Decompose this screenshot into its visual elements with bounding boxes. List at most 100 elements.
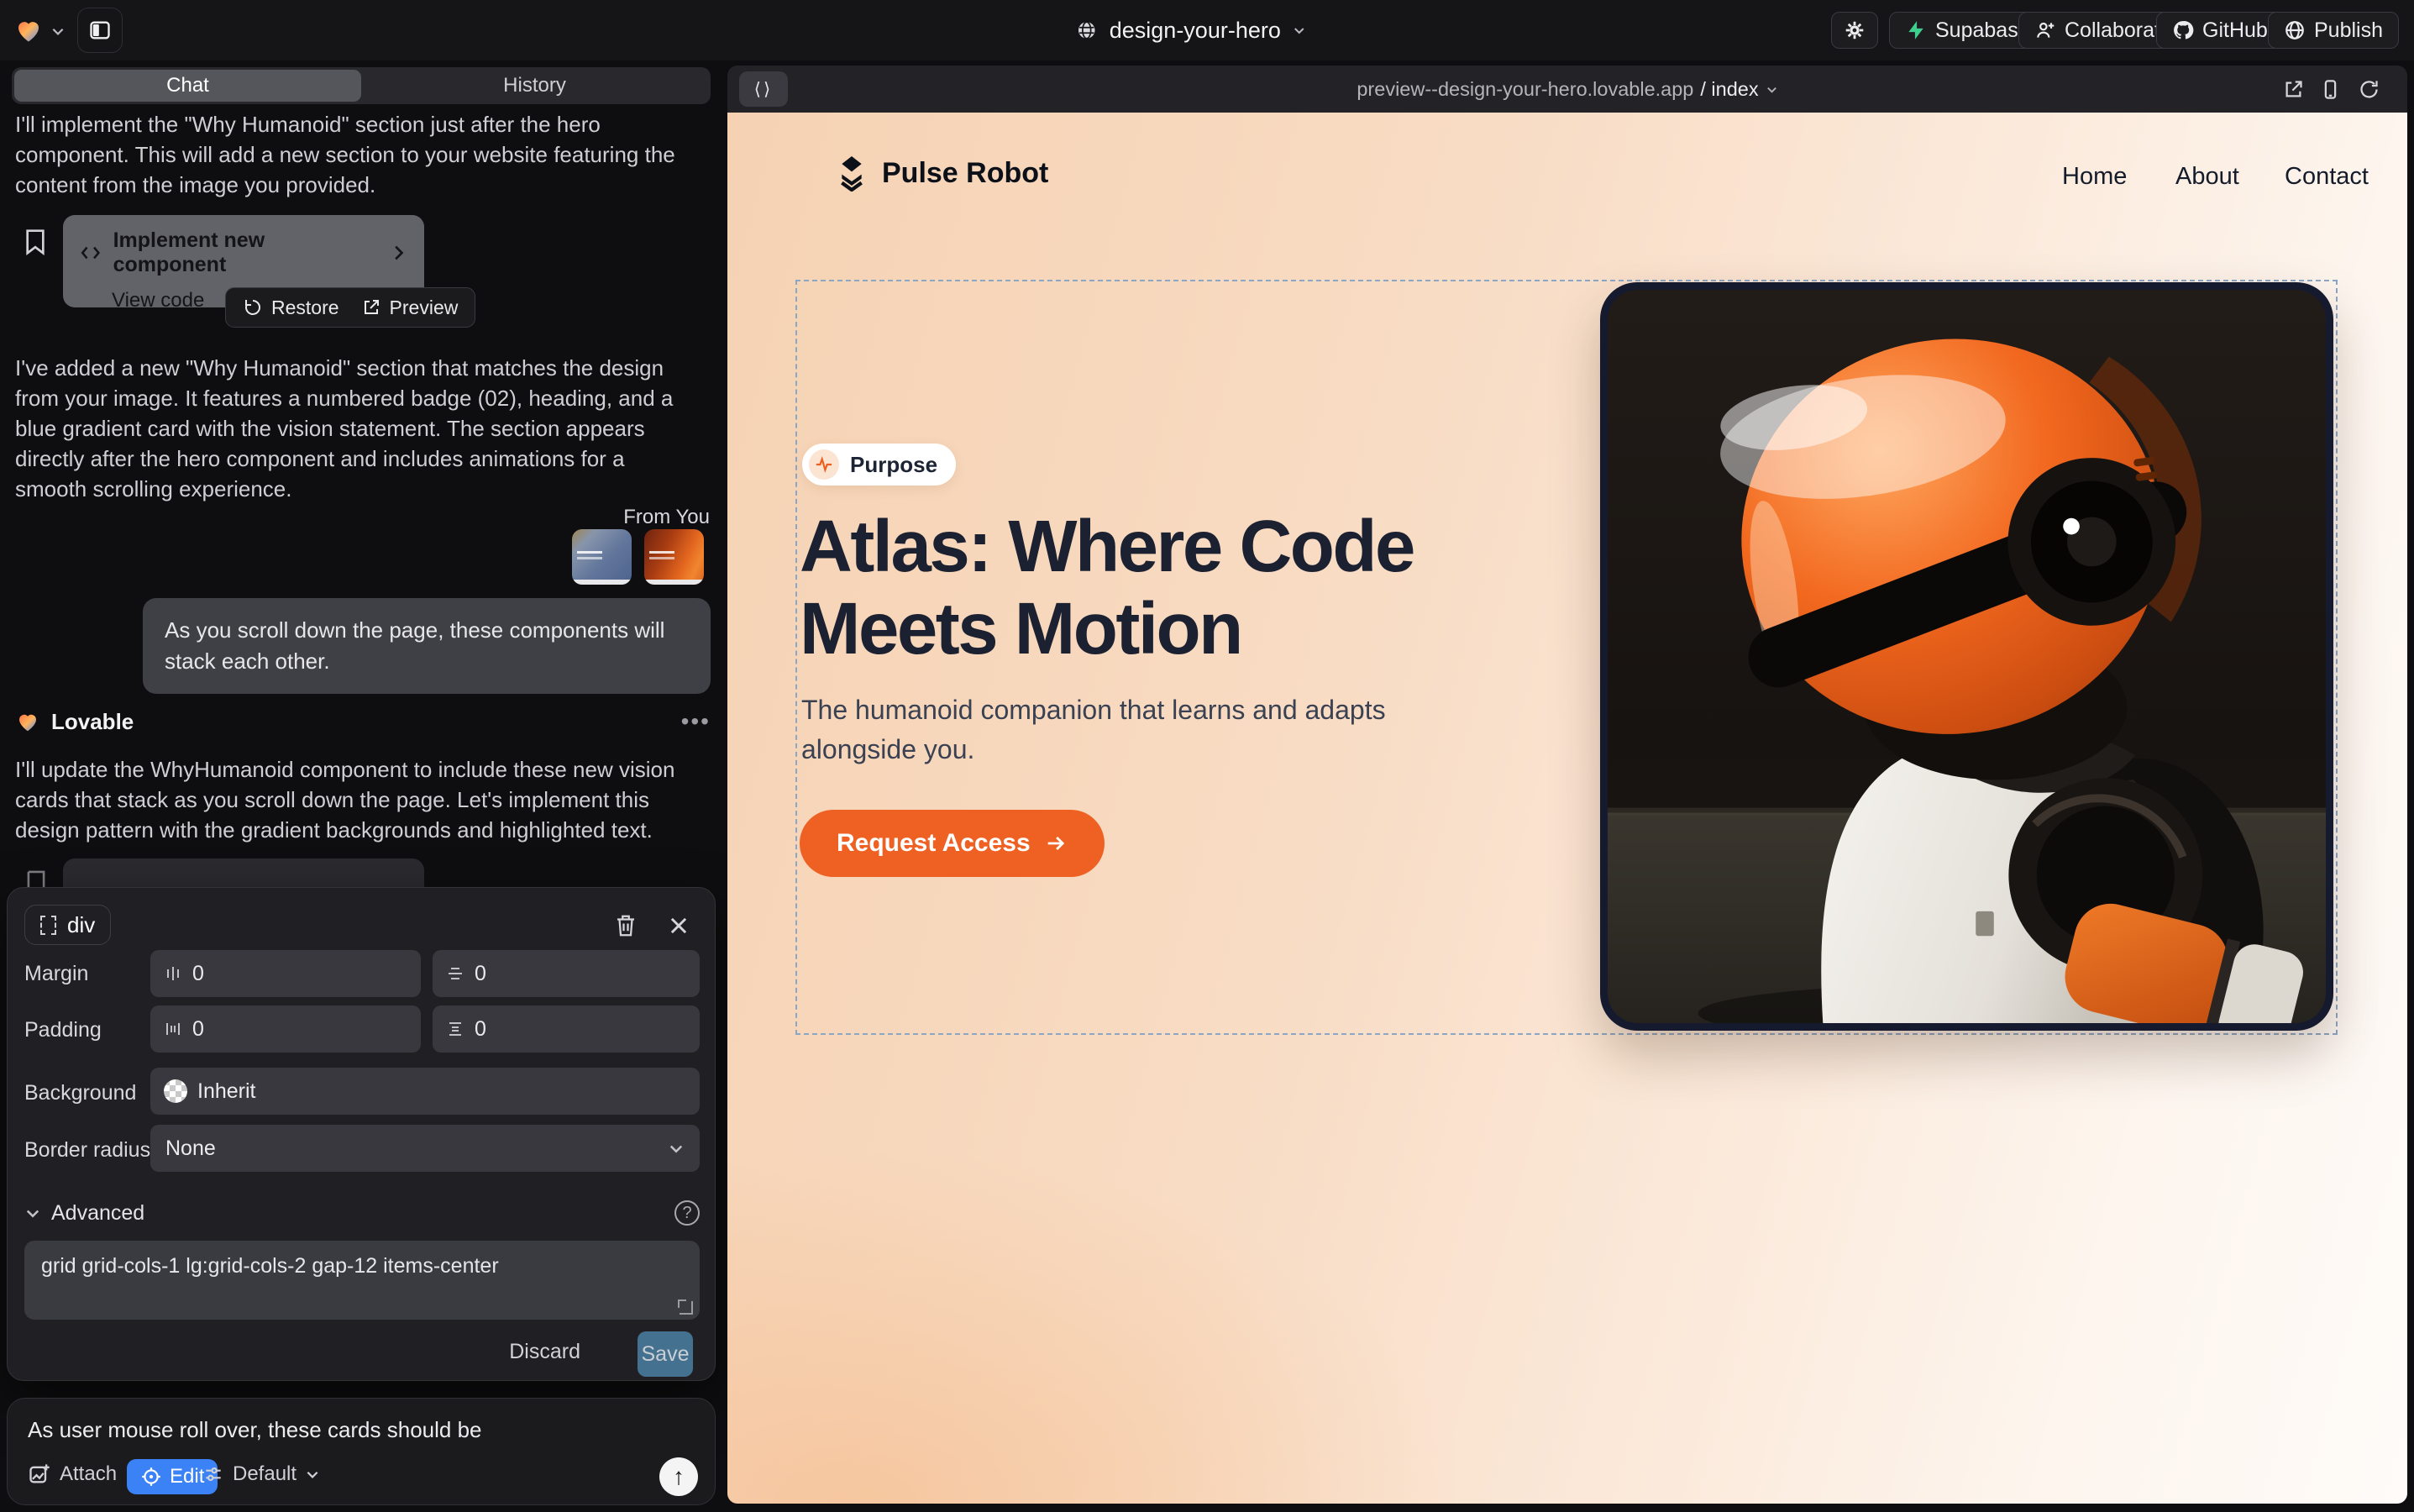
border-radius-select[interactable]: None [150,1125,700,1172]
chevron-right-icon [391,244,407,261]
restore-button[interactable]: Restore [243,297,339,319]
pulse-icon [809,449,839,480]
trash-icon[interactable] [614,913,638,938]
selected-element-chip[interactable]: div [24,905,111,945]
panel-left-icon [88,18,112,42]
from-you-label: From You [623,506,710,529]
card-hover-toolbar: Restore Preview [225,287,475,328]
mode-label: Default [233,1462,297,1486]
user-message-bubble: As you scroll down the page, these compo… [143,598,711,694]
external-link-icon [361,297,381,318]
purpose-badge-label: Purpose [850,452,937,478]
mobile-view-icon[interactable] [2319,78,2342,101]
attach-label: Attach [60,1462,117,1486]
supabase-icon [1905,19,1927,41]
nav-home[interactable]: Home [2062,163,2127,191]
preview-url[interactable]: preview--design-your-hero.lovable.app / … [727,66,2407,113]
padding-vertical-icon [446,1020,464,1038]
advanced-section-toggle[interactable]: Advanced ? [24,1200,700,1226]
github-button[interactable]: GitHub [2156,12,2284,49]
resize-handle[interactable] [680,1301,693,1315]
purpose-badge: Purpose [802,444,956,486]
chat-composer: Attach Edit Default ↑ [7,1398,716,1505]
assistant-message: I'll implement the "Why Humanoid" sectio… [15,109,697,200]
open-in-new-tab-icon[interactable] [2282,78,2305,101]
bookmark-icon[interactable] [24,228,47,255]
margin-x-field[interactable]: 0 [150,950,421,997]
attach-image-icon [28,1462,51,1486]
border-radius-value: None [165,1137,216,1161]
chevron-down-icon [668,1140,685,1157]
chat-input[interactable] [28,1417,683,1443]
project-menu[interactable]: design-your-hero [1076,0,1306,60]
preview-label: Preview [390,297,459,319]
request-access-button[interactable]: Request Access [800,810,1105,877]
site-brand[interactable]: Pulse Robot [835,155,1048,192]
preview-toolbar: ⟨⟩ preview--design-your-hero.lovable.app… [727,66,2407,113]
add-user-icon [2034,19,2056,41]
element-inspector-panel: div Margin 0 0 Padding 0 0 Background In… [7,887,716,1381]
preview-domain: preview--design-your-hero.lovable.app [1357,78,1693,101]
classes-textarea[interactable]: grid grid-cols-1 lg:grid-cols-2 gap-12 i… [24,1241,700,1320]
publish-button[interactable]: Publish [2268,12,2399,49]
arrow-up-icon: ↑ [673,1463,685,1490]
preview-path: / index [1700,78,1758,101]
hero-subtext: The humanoid companion that learns and a… [801,690,1423,769]
background-field[interactable]: Inherit [150,1068,700,1115]
lovable-logo-icon[interactable] [13,15,44,45]
chevron-down-icon[interactable] [50,24,66,39]
arrow-right-icon [1044,832,1068,855]
margin-y-value: 0 [475,962,486,986]
assistant-message: I'll update the WhyHumanoid component to… [15,754,697,845]
project-name: design-your-hero [1110,18,1281,44]
background-value: Inherit [197,1079,255,1104]
robot-hero-image [1608,290,2326,1023]
app-topbar: design-your-hero Supabase Collaborate [0,0,2414,60]
chevron-down-icon [1293,24,1306,37]
refresh-icon[interactable] [2358,78,2380,101]
chevron-down-icon [24,1205,41,1221]
chevron-down-icon [305,1467,320,1482]
margin-x-value: 0 [192,962,204,986]
margin-label: Margin [24,962,88,986]
layers-logo-icon [835,155,869,192]
component-card-title: Implement new component [113,228,380,277]
assistant-message: I've added a new "Why Humanoid" section … [15,353,697,504]
github-icon [2172,19,2194,41]
sliders-icon [202,1463,224,1485]
nav-contact[interactable]: Contact [2285,163,2369,191]
attachment-thumbnail-blue[interactable] [572,529,632,585]
send-button[interactable]: ↑ [659,1457,698,1496]
margin-vertical-icon [446,964,464,983]
lovable-heart-icon [15,709,40,734]
nav-about[interactable]: About [2175,163,2239,191]
github-label: GitHub [2202,18,2268,43]
assistant-header: Lovable ••• [15,708,711,735]
padding-y-field[interactable]: 0 [433,1005,700,1053]
message-menu-button[interactable]: ••• [681,708,711,735]
help-icon[interactable]: ? [674,1200,700,1226]
edit-label: Edit [170,1465,204,1488]
tab-chat[interactable]: Chat [14,70,361,102]
close-icon[interactable] [668,915,690,937]
padding-x-field[interactable]: 0 [150,1005,421,1053]
mode-select[interactable]: Default [202,1462,320,1486]
element-outline-icon [40,916,56,935]
attach-button[interactable]: Attach [28,1462,117,1486]
globe-icon [1076,19,1098,41]
preview-pane: ⟨⟩ preview--design-your-hero.lovable.app… [727,66,2407,1504]
save-button[interactable]: Save [638,1331,693,1377]
element-tag: div [67,912,95,938]
margin-y-field[interactable]: 0 [433,950,700,997]
tab-history[interactable]: History [361,70,708,102]
advanced-label: Advanced [51,1201,144,1226]
padding-horizontal-icon [164,1020,182,1038]
toggle-sidebar-button[interactable] [77,8,123,53]
hero-heading: Atlas: Where Code Meets Motion [800,506,1522,670]
restore-label: Restore [271,297,339,319]
settings-button[interactable] [1831,12,1878,49]
attachment-thumbnail-orange[interactable] [644,529,704,585]
discard-button[interactable]: Discard [509,1340,580,1364]
preview-button[interactable]: Preview [361,297,459,319]
hero-image-card [1600,282,2333,1031]
